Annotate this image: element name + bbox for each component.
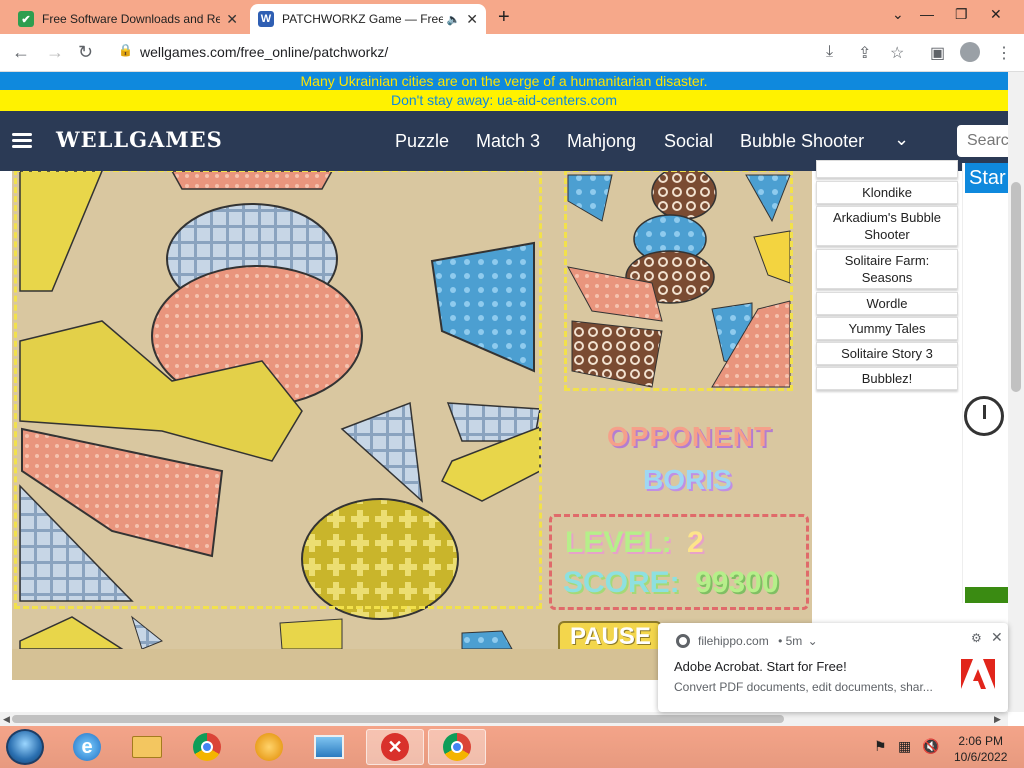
start-button[interactable]	[6, 729, 44, 765]
close-icon[interactable]: ✕	[991, 629, 1003, 646]
sidebar-item-solitaire-farm-seasons[interactable]: Solitaire Farm: Seasons	[816, 249, 958, 289]
sidebar-item-bubblez[interactable]: Bubblez!	[816, 367, 958, 390]
chevron-down-icon[interactable]: ⌄	[808, 634, 818, 648]
opponent-board	[564, 171, 793, 391]
level-value: 2	[687, 526, 704, 559]
close-tab-icon[interactable]: ✕	[466, 11, 478, 28]
tab-search-icon[interactable]: ⌄	[892, 6, 904, 23]
lock-icon[interactable]: 🔒	[118, 43, 133, 57]
tab-patchworkz[interactable]: W PATCHWORKZ Game — Free 🔈 ✕	[250, 4, 486, 34]
horizontal-scrollbar[interactable]: ◀ ▶	[0, 712, 1008, 726]
notification-age: • 5m	[778, 634, 803, 648]
forward-icon[interactable]: →	[46, 42, 64, 63]
bookmark-star-icon[interactable]: ☆	[890, 43, 904, 63]
level-label: LEVEL:	[565, 526, 672, 559]
nav-bubble-shooter[interactable]: Bubble Shooter	[740, 131, 864, 152]
tab-title: PATCHWORKZ Game — Free	[282, 12, 443, 26]
minimize-button[interactable]: —	[920, 6, 934, 22]
sidebar-item-arkadiums-bubble-shooter[interactable]: Arkadium's Bubble Shooter	[816, 206, 958, 246]
player-board[interactable]	[14, 171, 542, 609]
sidebar-item-solitaire-story-3[interactable]: Solitaire Story 3	[816, 342, 958, 365]
nav-match-3[interactable]: Match 3	[476, 131, 540, 152]
sidebar-item-klondike[interactable]: Klondike	[816, 181, 958, 204]
windows-taskbar: e ✕	[0, 726, 1024, 768]
notification-domain: filehippo.com	[698, 634, 769, 648]
internet-explorer-icon[interactable]: e	[62, 729, 112, 765]
chrome-active-icon[interactable]	[428, 729, 486, 765]
tab-filehippo[interactable]: ✔ Free Software Downloads and Re ✕	[10, 4, 246, 34]
browser-notification-icon	[676, 634, 690, 648]
aid-link-banner[interactable]: Don't stay away: ua-aid-centers.com	[0, 90, 1008, 111]
notification-body: Convert PDF documents, edit documents, s…	[674, 680, 933, 694]
reload-icon[interactable]: ↻	[78, 42, 93, 63]
humanitarian-banner: Many Ukrainian cities are on the verge o…	[0, 72, 1008, 90]
clock-time: 2:06 PM	[958, 734, 1004, 748]
gear-icon[interactable]: ⚙	[971, 631, 982, 645]
restore-button[interactable]: ❐	[955, 6, 968, 23]
close-window-button[interactable]: ✕	[990, 6, 1002, 23]
photo-viewer-icon[interactable]	[304, 729, 354, 765]
score-value: 99300	[695, 566, 779, 599]
notification-title: Adobe Acrobat. Start for Free!	[674, 659, 847, 674]
scroll-right-icon[interactable]: ▶	[994, 714, 1001, 725]
opponent-name: BORIS	[643, 464, 732, 495]
file-explorer-icon[interactable]	[122, 729, 172, 765]
back-icon[interactable]: ←	[12, 42, 30, 63]
speaker-icon[interactable]: 🔈	[447, 13, 461, 26]
install-icon[interactable]: ⤓	[826, 43, 833, 61]
horizontal-scroll-thumb[interactable]	[12, 715, 784, 723]
nav-mahjong[interactable]: Mahjong	[567, 131, 636, 152]
notification-source: filehippo.com • 5m ⌄	[698, 634, 818, 648]
side-advertisement[interactable]: Star	[962, 163, 1009, 603]
sidebar-item-wordle[interactable]: Wordle	[816, 292, 958, 315]
ad-banner-text[interactable]: Star	[965, 163, 1009, 193]
address-bar: ← → ↻ 🔒 wellgames.com/free_online/patchw…	[0, 34, 1024, 72]
adobe-logo-icon	[961, 659, 995, 689]
menu-kebab-icon[interactable]: ⋮	[996, 43, 1012, 63]
filehippo-favicon-icon: ✔	[18, 11, 34, 27]
opponent-label: OPPONENT	[607, 421, 773, 452]
nav-social[interactable]: Social	[664, 131, 713, 152]
vertical-scrollbar[interactable]	[1008, 72, 1024, 712]
push-notification[interactable]: filehippo.com • 5m ⌄ ⚙ ✕ Adobe Acrobat. …	[658, 623, 1008, 712]
pause-button[interactable]: PAUSE	[558, 621, 662, 649]
sidebar-item-yummy-tales[interactable]: Yummy Tales	[816, 317, 958, 340]
tab-strip: ✔ Free Software Downloads and Re ✕ W PAT…	[0, 0, 1024, 34]
wellgames-favicon-icon: W	[258, 11, 274, 27]
tab-title: Free Software Downloads and Re	[42, 12, 221, 26]
flag-icon[interactable]: ⚑	[874, 738, 887, 755]
chrome-icon[interactable]	[182, 729, 232, 765]
volume-muted-icon[interactable]: 🔇	[922, 738, 939, 755]
chevron-down-icon[interactable]: ⌄	[894, 129, 909, 150]
site-logo[interactable]: WELLGAMES	[56, 127, 223, 152]
error-app-icon[interactable]: ✕	[366, 729, 424, 765]
network-icon[interactable]: ▦	[898, 738, 911, 755]
security-app-icon[interactable]	[244, 729, 294, 765]
ad-footer-bar	[965, 587, 1009, 603]
nav-puzzle[interactable]: Puzzle	[395, 131, 449, 152]
close-tab-icon[interactable]: ✕	[226, 11, 238, 28]
share-icon[interactable]: ⇪	[858, 43, 871, 63]
clock-date: 10/6/2022	[954, 750, 1008, 764]
game-canvas[interactable]: OPPONENT BORIS LEVEL: 2 SCORE: 99300 PAU…	[12, 171, 812, 649]
sidebar-item-partial[interactable]	[816, 160, 958, 178]
hamburger-menu-icon[interactable]	[12, 133, 32, 149]
vertical-scroll-thumb[interactable]	[1011, 182, 1021, 392]
score-label: SCORE:	[563, 566, 680, 599]
side-panel-icon[interactable]: ▣	[930, 43, 945, 63]
url-field[interactable]: wellgames.com/free_online/patchworkz/	[140, 44, 388, 60]
clock-icon[interactable]	[964, 396, 1004, 436]
scroll-left-icon[interactable]: ◀	[3, 714, 10, 725]
new-tab-button[interactable]: +	[498, 6, 510, 29]
profile-avatar[interactable]	[960, 42, 980, 62]
system-clock[interactable]: 2:06 PM 10/6/2022	[954, 733, 1007, 765]
